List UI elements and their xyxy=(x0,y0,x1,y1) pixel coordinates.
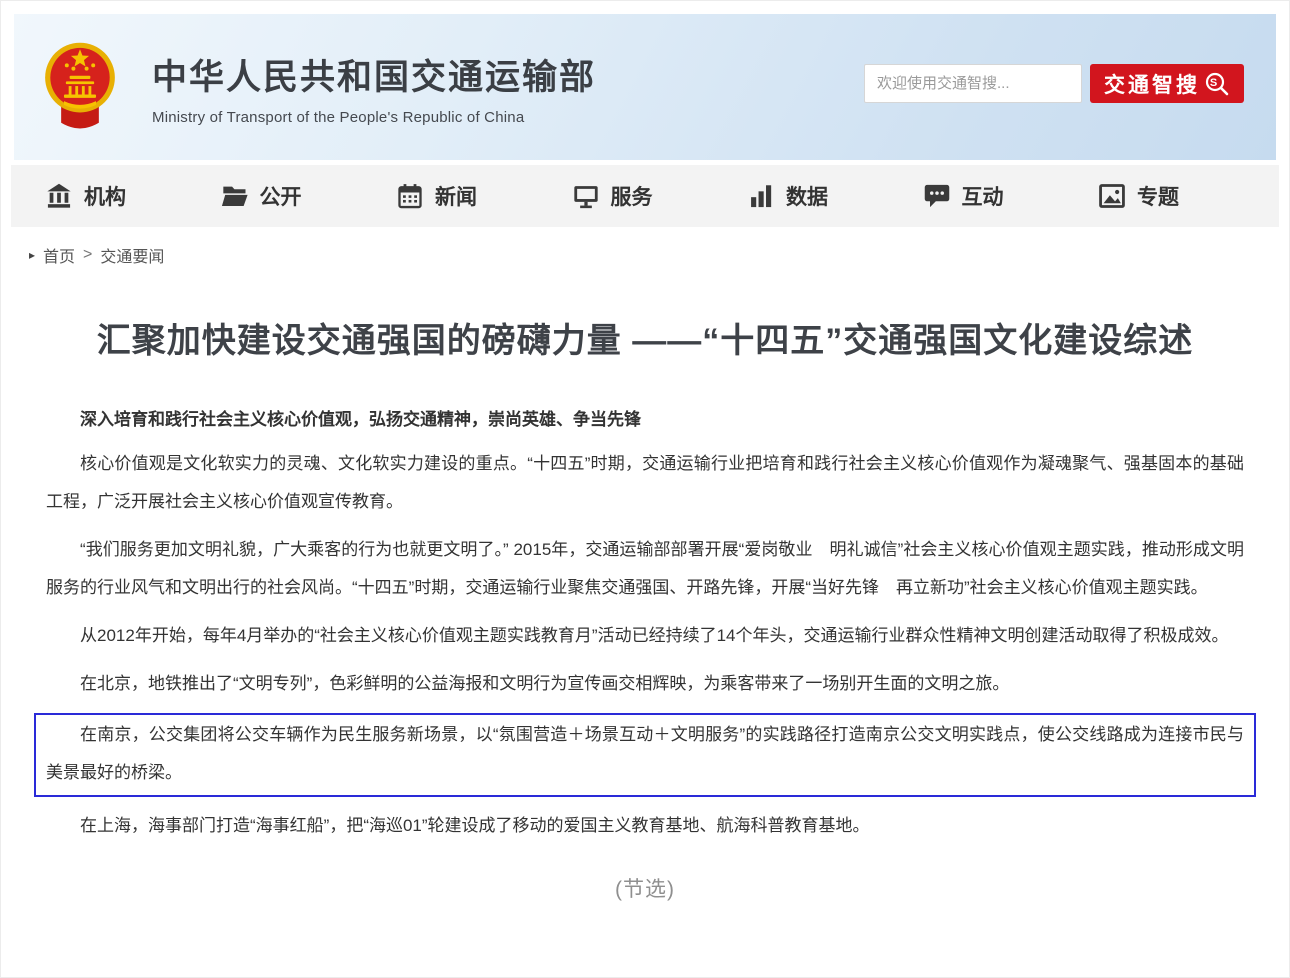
nav-item-hudong[interactable]: 互动 xyxy=(923,181,1004,211)
breadcrumb-separator: > xyxy=(83,246,92,264)
article-subheading: 深入培育和践行社会主义核心价值观，弘扬交通精神，崇尚英雄、争当先锋 xyxy=(46,405,1244,435)
breadcrumb: ▸ 首页 > 交通要闻 xyxy=(1,227,1289,267)
breadcrumb-arrow-icon: ▸ xyxy=(29,248,35,262)
nav-label: 公开 xyxy=(260,181,302,211)
article-paragraph: 核心价值观是文化软实力的灵魂、文化软实力建设的重点。“十四五”时期，交通运输行业… xyxy=(46,445,1244,521)
nav-label: 专题 xyxy=(1137,181,1179,211)
nav-item-jigou[interactable]: 机构 xyxy=(45,181,126,211)
magnifier-s-icon: S xyxy=(1204,71,1230,97)
bank-icon xyxy=(45,182,73,210)
smart-search-button-label: 交通智搜 xyxy=(1104,69,1200,99)
article-paragraph-highlighted: 在南京，公交集团将公交车辆作为民生服务新场景，以“氛围营造＋场景互动＋文明服务”… xyxy=(34,713,1256,797)
speech-bubble-icon xyxy=(923,182,951,210)
nav-item-gongkai[interactable]: 公开 xyxy=(221,181,302,211)
monitor-icon xyxy=(572,182,600,210)
article-paragraph: 在北京，地铁推出了“文明专列”，色彩鲜明的公益海报和文明行为宣传画交相辉映，为乘… xyxy=(46,665,1244,703)
folder-icon xyxy=(221,182,249,210)
nav-item-zhuanti[interactable]: 专题 xyxy=(1098,181,1179,211)
bar-chart-icon xyxy=(747,182,775,210)
site-header: 中华人民共和国交通运输部 Ministry of Transport of th… xyxy=(14,14,1276,160)
article-paragraph: “我们服务更加文明礼貌，广大乘客的行为也就更文明了。” 2015年，交通运输部部… xyxy=(46,531,1244,607)
nav-item-fuwu[interactable]: 服务 xyxy=(572,181,653,211)
article-paragraph: 从2012年开始，每年4月举办的“社会主义核心价值观主题实践教育月”活动已经持续… xyxy=(46,617,1244,655)
article-paragraph: 在上海，海事部门打造“海事红船”，把“海巡01”轮建设成了移动的爱国主义教育基地… xyxy=(46,807,1244,845)
nav-item-shuju[interactable]: 数据 xyxy=(747,181,828,211)
nav-label: 数据 xyxy=(786,181,828,211)
search-area: 交通智搜 S xyxy=(864,64,1244,103)
calendar-icon xyxy=(396,182,424,210)
svg-text:S: S xyxy=(1210,77,1220,89)
national-emblem-logo[interactable] xyxy=(42,38,118,136)
nav-item-xinwen[interactable]: 新闻 xyxy=(396,181,477,211)
excerpt-note: (节选) xyxy=(46,873,1244,903)
article-title: 汇聚加快建设交通强国的磅礴力量 ——“十四五”交通强国文化建设综述 xyxy=(46,319,1244,363)
site-title: 中华人民共和国交通运输部 xyxy=(152,49,596,100)
nav-label: 新闻 xyxy=(435,181,477,211)
main-nav: 机构 公开 新闻 xyxy=(11,165,1279,227)
article: 汇聚加快建设交通强国的磅礴力量 ——“十四五”交通强国文化建设综述 深入培育和践… xyxy=(1,319,1289,903)
search-input[interactable] xyxy=(864,64,1082,103)
breadcrumb-home-link[interactable]: 首页 xyxy=(43,243,75,267)
nav-label: 机构 xyxy=(84,181,126,211)
breadcrumb-section-link[interactable]: 交通要闻 xyxy=(100,243,164,267)
site-subtitle: Ministry of Transport of the People's Re… xyxy=(152,109,596,126)
picture-icon xyxy=(1098,182,1126,210)
smart-search-button[interactable]: 交通智搜 S xyxy=(1090,64,1244,103)
page: 中华人民共和国交通运输部 Ministry of Transport of th… xyxy=(0,0,1290,978)
nav-label: 互动 xyxy=(962,181,1004,211)
site-titles: 中华人民共和国交通运输部 Ministry of Transport of th… xyxy=(152,49,596,126)
nav-label: 服务 xyxy=(611,181,653,211)
